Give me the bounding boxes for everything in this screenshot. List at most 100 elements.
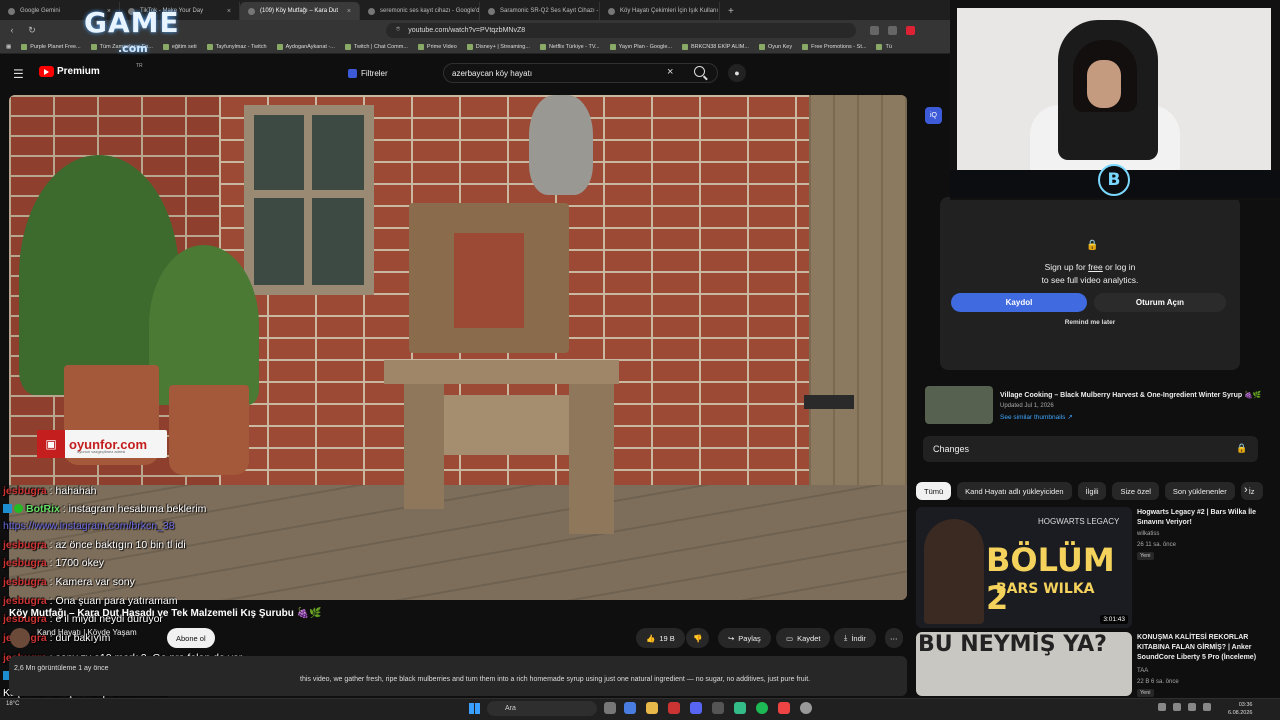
chevron-right-icon[interactable]: › xyxy=(1244,484,1248,496)
browser-tab[interactable]: seremonic ses kayıt cihazı - Google'd× xyxy=(360,2,480,20)
task-view-icon[interactable] xyxy=(604,702,616,714)
chat-text: Kamera var sony xyxy=(55,576,135,588)
channel-name[interactable]: Kand Hayatı | Köyde Yaşam xyxy=(37,628,137,637)
extension-icon[interactable] xyxy=(888,25,897,35)
tab-close-icon[interactable]: × xyxy=(227,8,231,15)
new-tab-button[interactable]: + xyxy=(720,2,742,20)
like-button[interactable]: 👍 19 B xyxy=(636,628,685,648)
bookmark-item[interactable]: AydoganAykanat -... xyxy=(276,43,335,50)
new-badge: Yeni xyxy=(1137,552,1154,560)
thumbs-down-icon: 👎 xyxy=(693,633,703,643)
youtube-logo[interactable]: Premium TR xyxy=(39,63,143,77)
video-scene-stool-panel xyxy=(444,395,569,455)
bookmark-item[interactable]: Tayfunylmaz - Twitch xyxy=(206,43,267,50)
windows-start-icon[interactable] xyxy=(469,703,480,714)
discord-icon[interactable] xyxy=(690,702,702,714)
country-code: TR xyxy=(136,63,143,69)
app-icon[interactable] xyxy=(712,702,724,714)
brave-icon[interactable] xyxy=(778,702,790,714)
clear-search-icon[interactable]: × xyxy=(667,66,673,78)
more-actions-button[interactable]: ⋯ xyxy=(885,628,903,648)
channel-avatar[interactable] xyxy=(10,628,30,648)
site-info-icon[interactable]: ⌾ xyxy=(396,26,400,34)
extension-icon[interactable] xyxy=(870,25,879,35)
filters-label: Filtreler xyxy=(361,68,388,78)
spotify-icon[interactable] xyxy=(756,702,768,714)
search-input[interactable]: azerbaycan köy hayatı xyxy=(443,63,718,83)
tab-favicon-icon xyxy=(248,7,255,15)
save-button[interactable]: ▭ Kaydet xyxy=(776,628,831,648)
recommendation-channel[interactable]: wilkatiss xyxy=(1137,531,1159,537)
changes-section[interactable]: Changes xyxy=(923,436,1258,462)
bookmark-item[interactable]: Prime Video xyxy=(417,43,457,50)
tab-close-icon[interactable]: × xyxy=(347,8,351,15)
apps-icon[interactable]: ▦ xyxy=(6,44,11,50)
download-button[interactable]: ⤓ İndir xyxy=(834,628,876,648)
clock[interactable]: 03:36 6.08.2026 xyxy=(1228,701,1252,717)
microphone-icon[interactable]: ● xyxy=(728,64,746,82)
analytics-video-thumbnail xyxy=(925,386,993,424)
chat-separator: : xyxy=(46,539,56,551)
bookmark-item[interactable]: eğitim seti xyxy=(162,43,197,50)
vidiq-extension-icon[interactable]: iQ xyxy=(925,107,942,124)
signup-button[interactable]: Kaydol xyxy=(951,293,1087,312)
recommendation-channel[interactable]: TAA xyxy=(1137,668,1148,674)
bookmark-icon: ▭ xyxy=(786,633,794,643)
new-badge: Yeni xyxy=(1137,689,1154,697)
app-icon[interactable] xyxy=(668,702,680,714)
chrome-icon[interactable] xyxy=(734,702,746,714)
dislike-button[interactable]: 👎 xyxy=(686,628,710,648)
bookmark-item[interactable]: Purple Planet Free... xyxy=(21,43,81,50)
taskbar-search[interactable]: Ara xyxy=(487,701,597,716)
sponsor-banner: ▣ oyunfor.com oyunun vazgeçilmez adresi xyxy=(37,430,167,458)
subscribe-button[interactable]: Abone ol xyxy=(167,628,215,648)
filter-chip[interactable]: Kand Hayatı adlı yükleyiciden xyxy=(957,482,1072,500)
tab-favicon-icon xyxy=(368,7,375,15)
taskbar-search-label: Ara xyxy=(505,705,516,712)
back-icon[interactable]: ‹ xyxy=(6,25,18,35)
battery-icon[interactable] xyxy=(1203,703,1211,711)
menu-icon[interactable]: ☰ xyxy=(13,67,25,81)
chat-text: 1700 okey xyxy=(55,557,104,569)
filter-chip[interactable]: İlgili xyxy=(1077,482,1107,500)
browser-tab[interactable]: Köy Hayatı Çekimleri İçin Işık Kullanı× xyxy=(600,2,720,20)
remind-later-link[interactable]: Remind me later xyxy=(1040,319,1140,326)
address-bar[interactable]: ⌾ youtube.com/watch?v=PVtqzbMNvZ8 xyxy=(386,22,856,38)
browser-tab[interactable]: (109) Köy Mutfağı – Kara Dut × xyxy=(240,2,360,20)
recommendation-title[interactable]: KONUŞMA KALİTESİ REKORLAR KITABINA FALAN… xyxy=(1137,633,1272,663)
file-explorer-icon[interactable] xyxy=(646,702,658,714)
app-icon[interactable] xyxy=(800,702,812,714)
brave-shield-icon[interactable] xyxy=(906,25,915,35)
share-button[interactable]: ↪ Paylaş xyxy=(718,628,771,648)
bookmark-item[interactable]: Twitch | Chat Comm... xyxy=(344,43,408,50)
filter-chip[interactable]: Size özel xyxy=(1112,482,1159,500)
browser-tab[interactable]: Saramonic SR-Q2 Ses Kayıt Cihazı - T× xyxy=(480,2,600,20)
volume-icon[interactable] xyxy=(1188,703,1196,711)
weather-widget[interactable]: 18°C xyxy=(6,701,19,707)
recommendation-thumbnail[interactable]: BU NEYMİŞ YA? xyxy=(916,632,1132,696)
recommendation-meta: 22 B 6 sa. önce xyxy=(1137,679,1179,685)
reload-icon[interactable]: ↻ xyxy=(26,25,38,36)
video-scene-chair xyxy=(409,203,569,353)
filter-chip[interactable]: Tümü xyxy=(916,482,952,500)
filters-button[interactable]: Filtreler xyxy=(348,65,388,81)
bookmark-item[interactable]: Oyun Key xyxy=(758,43,792,50)
search-icon[interactable] xyxy=(694,66,705,77)
copilot-icon[interactable] xyxy=(624,702,636,714)
bookmark-item[interactable]: Netflix Türkiye - TV... xyxy=(539,43,600,50)
bookmark-item[interactable]: Tü xyxy=(876,43,892,50)
tray-chevron-icon[interactable] xyxy=(1158,703,1166,711)
login-button[interactable]: Oturum Açın xyxy=(1094,293,1226,312)
bookmark-item[interactable]: Free Promotions - St... xyxy=(802,43,866,50)
signup-free-link[interactable]: free xyxy=(1088,262,1103,272)
similar-thumbnails-link[interactable]: See similar thumbnails ↗ xyxy=(1000,413,1073,421)
network-icon[interactable] xyxy=(1173,703,1181,711)
bookmark-item[interactable]: Yayın Plan - Google... xyxy=(609,43,672,50)
recommendation-thumbnail[interactable]: HOGWARTS LEGACY BÖLÜM 2 BARS WILKA 3:01:… xyxy=(916,507,1132,628)
chat-badge-icon xyxy=(3,504,12,513)
bookmark-item[interactable]: BRKCN38 EKİP ALIM... xyxy=(681,43,749,50)
bookmark-item[interactable]: Disney+ | Streaming... xyxy=(466,43,530,50)
filter-chip[interactable]: Son yüklenenler xyxy=(1164,482,1235,500)
bookmark-label: Purple Planet Free... xyxy=(30,43,81,50)
recommendation-title[interactable]: Hogwarts Legacy #2 | Bars Wilka İle Sına… xyxy=(1137,508,1272,528)
